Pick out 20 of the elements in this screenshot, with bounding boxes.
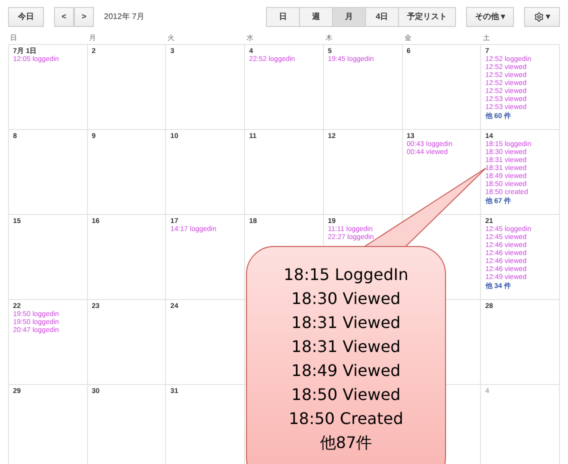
settings-icon [534,12,544,22]
settings-button[interactable]: ▾ [524,7,560,27]
next-button[interactable]: > [74,7,94,27]
view-tab[interactable]: 予定リスト [398,7,456,27]
callout-line: 18:15 LoggedIn [284,264,408,286]
callout-line: 18:30 Viewed [291,288,401,310]
callout-line: 18:50 Viewed [291,384,401,406]
view-tab[interactable]: 日 [266,7,300,27]
callout-line: 18:50 Created [288,408,404,430]
more-menu-button[interactable]: その他 ▾ [466,7,514,27]
callout-line: 18:49 Viewed [291,360,401,382]
view-tab[interactable]: 月 [332,7,366,27]
month-title: 2012年 7月 [104,11,144,23]
previous-button[interactable]: < [54,7,74,27]
callout-line: 18:31 Viewed [291,312,401,334]
view-tab[interactable]: 週 [299,7,333,27]
today-button[interactable]: 今日 [8,7,44,27]
view-tab[interactable]: 4日 [365,7,399,27]
callout-line: 他87件 [320,432,372,454]
callout-line: 18:31 Viewed [291,336,401,358]
